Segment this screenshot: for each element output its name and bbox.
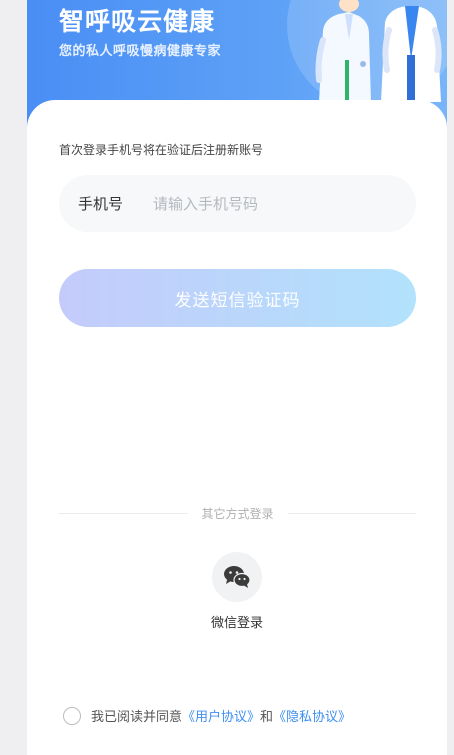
other-login-divider: 其它方式登录 [59,504,417,522]
user-agreement-link[interactable]: 《用户协议》 [182,706,260,725]
phone-field[interactable]: 手机号 [59,175,416,232]
doctors-illustration [315,0,442,102]
divider-line-right [287,512,417,514]
agreement-row: 我已阅读并同意 《用户协议》 和 《隐私协议》 [63,706,351,725]
send-code-button[interactable]: 发送短信验证码 [59,269,416,327]
wechat-login-label: 微信登录 [210,616,263,631]
login-screen: 智呼吸云健康 您的私人呼吸慢病健康专家 首次登录手机号将在验证后注册新账号 手机… [27,0,447,755]
wechat-icon [224,566,251,588]
privacy-agreement-link[interactable]: 《隐私协议》 [273,706,351,725]
agreement-conjunction: 和 [260,710,274,725]
divider-line-left [59,512,188,514]
app-subtitle: 您的私人呼吸慢病健康专家 [59,44,222,59]
other-login-text: 其它方式登录 [201,506,274,521]
phone-label: 手机号 [78,195,124,213]
phone-input[interactable] [153,194,383,213]
register-hint: 首次登录手机号将在验证后注册新账号 [59,143,264,157]
app-title: 智呼吸云健康 [59,7,216,36]
agreement-prefix: 我已阅读并同意 [91,710,183,725]
wechat-login-button[interactable] [212,552,262,602]
agreement-checkbox[interactable] [63,706,81,725]
